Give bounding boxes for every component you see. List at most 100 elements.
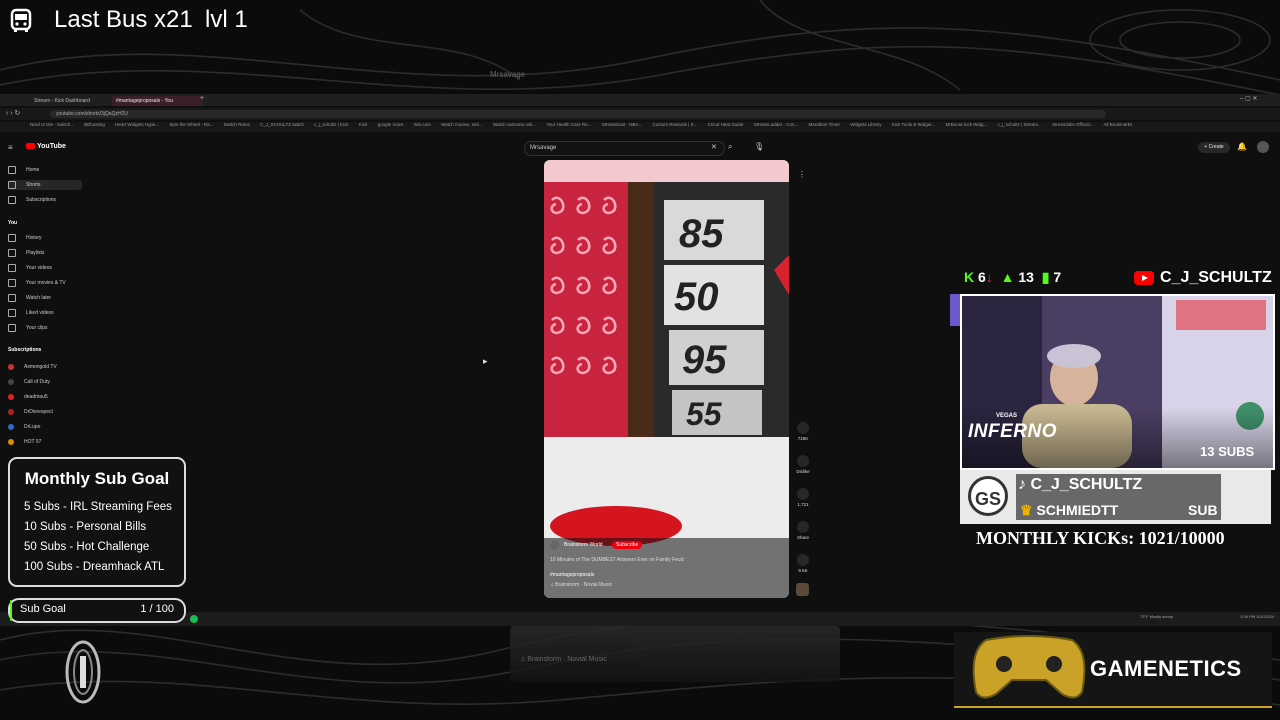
monthly-kicks: MONTHLY KICKs: 1021/10000 [976, 528, 1225, 548]
gs-logo: GS [968, 476, 1008, 516]
bookmark[interactable]: c_j_schultz | Kick [314, 122, 348, 127]
bookmark[interactable]: All Bookmarks [1103, 122, 1132, 127]
short-video-player[interactable]: 85 50 95 55 Brainstorm World Subscribe 1… [544, 160, 789, 598]
short-hashtag[interactable]: #marriageproposals [550, 572, 594, 578]
bookmark[interactable]: Streamlabs Official... [1052, 122, 1093, 127]
youtube-logo[interactable]: YouTube [26, 143, 66, 150]
bookmark[interactable]: Watch movies, seri... [441, 122, 483, 127]
system-clock[interactable]: 3:39 PM 10/1/2024 [1240, 614, 1274, 619]
sound-thumbnail[interactable] [796, 583, 809, 596]
bookmark[interactable]: BEhosting [84, 122, 105, 127]
bookmark[interactable]: google Voice [378, 122, 404, 127]
subscriptions-heading[interactable]: Subscriptions [8, 347, 41, 353]
new-tab-icon[interactable]: + [200, 95, 204, 102]
sidebar-item-watch-later[interactable]: Watch later [8, 293, 82, 303]
inferno-logo: INFERNO [968, 421, 1057, 442]
search-icon[interactable]: ⌕ [728, 142, 732, 152]
sidebar-label: Playlists [26, 250, 45, 256]
reflection-music: ♫ Brainstorm · Novial Music [520, 656, 607, 663]
bookmark[interactable]: Nerd or Die - Switch... [30, 122, 74, 127]
bookmark[interactable]: c_j_schultz | Stream... [998, 122, 1042, 127]
more-options-icon[interactable]: ⋮ [798, 170, 808, 180]
sidebar-item-home[interactable]: Home [8, 165, 82, 175]
sidebar-item-subscriptions[interactable]: Subscriptions [8, 195, 82, 205]
channel-tag: C_J_SCHULTZ [1134, 269, 1272, 287]
bell-icon[interactable]: 🔔 [1237, 142, 1247, 151]
short-music[interactable]: ♫ Brainstorm · Novial Music [550, 582, 612, 588]
sidebar-sub-item[interactable]: Call of Duty [8, 377, 82, 387]
bookmark[interactable]: MrBoost Kick Widg... [946, 122, 988, 127]
tab-youtube-short[interactable]: #marriageproposals - You [112, 96, 202, 106]
coin-logo-icon [65, 640, 101, 704]
mic-icon[interactable]: 🎙 [754, 142, 764, 151]
tiktok-icon: ♪ [1018, 476, 1031, 493]
sidebar-item-history[interactable]: History [8, 233, 82, 243]
sidebar-item-clips[interactable]: Your clips [8, 323, 82, 333]
bookmark[interactable]: Kick [359, 122, 368, 127]
bookmark[interactable]: Your Health Care Re... [546, 122, 591, 127]
goal-item: 50 Subs - Hot Challenge [24, 541, 150, 553]
channel-avatar[interactable] [550, 541, 559, 550]
spotify-icon[interactable] [190, 615, 198, 623]
url-field[interactable]: youtube.com/shorts/3jQaQzH2U [50, 110, 1106, 118]
dislike-button[interactable]: Dislike [796, 455, 810, 474]
like-button[interactable]: 726K [796, 422, 810, 441]
chat-strip [950, 294, 960, 326]
bookmark[interactable]: Widgets Library [850, 122, 881, 127]
kick-icon: K [964, 269, 975, 285]
like-icon [8, 308, 16, 317]
hamburger-menu-icon[interactable]: ≡ [8, 143, 13, 152]
sidebar-sub-item[interactable]: Asmongold TV [8, 362, 82, 372]
subscriptions-icon [8, 195, 16, 204]
sidebar-sub-item[interactable]: DrDisrespect [8, 407, 82, 417]
like-icon [797, 422, 809, 434]
rail-label: 1,721 [797, 502, 809, 507]
vegas-label: VEGAS [996, 413, 1018, 419]
create-button[interactable]: + Create [1198, 142, 1230, 153]
bookmark[interactable]: Watch cartoons onli... [493, 122, 536, 127]
sidebar-label: Liked videos [26, 310, 54, 316]
window-controls[interactable]: – ▢ ✕ [1240, 95, 1257, 102]
sidebar-item-shorts[interactable]: Shorts [8, 180, 82, 190]
remix-button[interactable]: 9.6K [796, 554, 810, 573]
sidebar-item-playlists[interactable]: Playlists [8, 248, 82, 258]
bookmark[interactable]: C_J_SCHULTZ twitch [260, 122, 304, 127]
clear-search-icon[interactable]: ✕ [711, 143, 717, 151]
bookmark[interactable]: Custom Rewards | K... [652, 122, 697, 127]
bookmark[interactable]: Heart Widgets Hype... [115, 122, 159, 127]
channel-name[interactable]: Brainstorm World [564, 542, 603, 548]
bookmark[interactable]: Cricut Heat Guide [708, 122, 744, 127]
tab-strip: Stream - Kick Dashboard #marriageproposa… [0, 94, 1280, 106]
share-icon [797, 521, 809, 533]
sidebar-label: Your movies & TV [26, 280, 66, 286]
you-heading[interactable]: You [8, 220, 17, 226]
bus-icon [10, 8, 32, 32]
search-input[interactable]: Mrsavage [524, 141, 725, 156]
wheel-number: 85 [679, 212, 724, 256]
sidebar-item-liked[interactable]: Liked videos [8, 308, 82, 318]
sidebar-item-your-videos[interactable]: Your videos [8, 263, 82, 273]
gamenetics-logo: GAMENETICS [1090, 656, 1242, 681]
nav-arrows-icon[interactable]: ‹ › ↻ [6, 109, 20, 117]
sidebar-sub-item[interactable]: DrLupo [8, 422, 82, 432]
bookmark[interactable]: Wix.com [414, 122, 431, 127]
sidebar-label: DrDisrespect [24, 409, 53, 415]
tab-kick-dashboard[interactable]: Stream - Kick Dashboard [30, 96, 116, 106]
comment-button[interactable]: 1,721 [796, 488, 810, 507]
bookmark[interactable]: Marathon Timer [809, 122, 841, 127]
sidebar-sub-item[interactable]: deadmau5 [8, 392, 82, 402]
weather[interactable]: 73°F Mostly sunny [1140, 614, 1173, 619]
bookmark[interactable]: Kick Tools & Widget... [892, 122, 935, 127]
avatar[interactable] [1257, 141, 1269, 153]
bookmark[interactable]: StreamEast - NBA... [602, 122, 643, 127]
bookmark[interactable]: StreamLadder - Con... [754, 122, 799, 127]
share-button[interactable]: Share [796, 521, 810, 540]
latest-sub-name: SCHMIEDTT [1036, 502, 1119, 518]
crown-icon: ♛ [1020, 502, 1037, 518]
sidebar-sub-item[interactable]: HOT 97 [8, 437, 82, 447]
subscribe-button[interactable]: Subscribe [612, 541, 643, 549]
scissors-icon [8, 323, 16, 332]
bookmark[interactable]: Spin the Wheel - Ra... [169, 122, 213, 127]
bookmark[interactable]: Switch Rams [224, 122, 250, 127]
sidebar-item-movies[interactable]: Your movies & TV [8, 278, 82, 288]
